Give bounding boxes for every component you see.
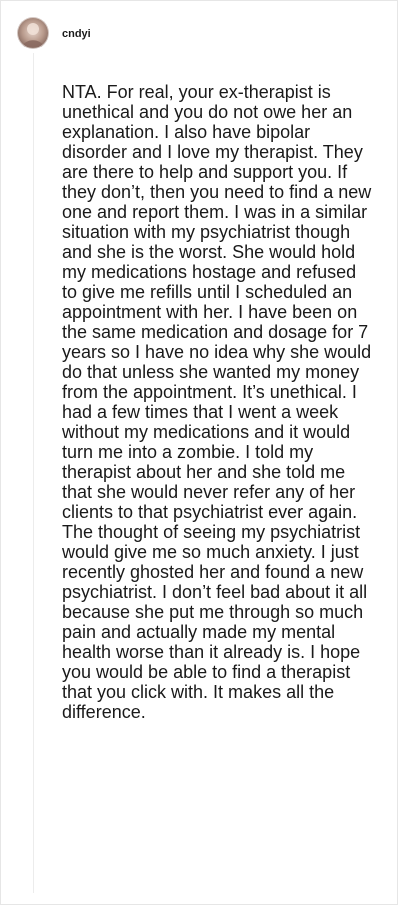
thread-line[interactable]	[33, 53, 34, 893]
comment-card: cndyi NTA. For real, your ex-therapist i…	[0, 0, 398, 905]
user-avatar-image	[17, 17, 49, 49]
comment-body: NTA. For real, your ex-therapist is unet…	[62, 82, 372, 722]
avatar[interactable]	[17, 17, 49, 49]
username[interactable]: cndyi	[62, 27, 91, 41]
